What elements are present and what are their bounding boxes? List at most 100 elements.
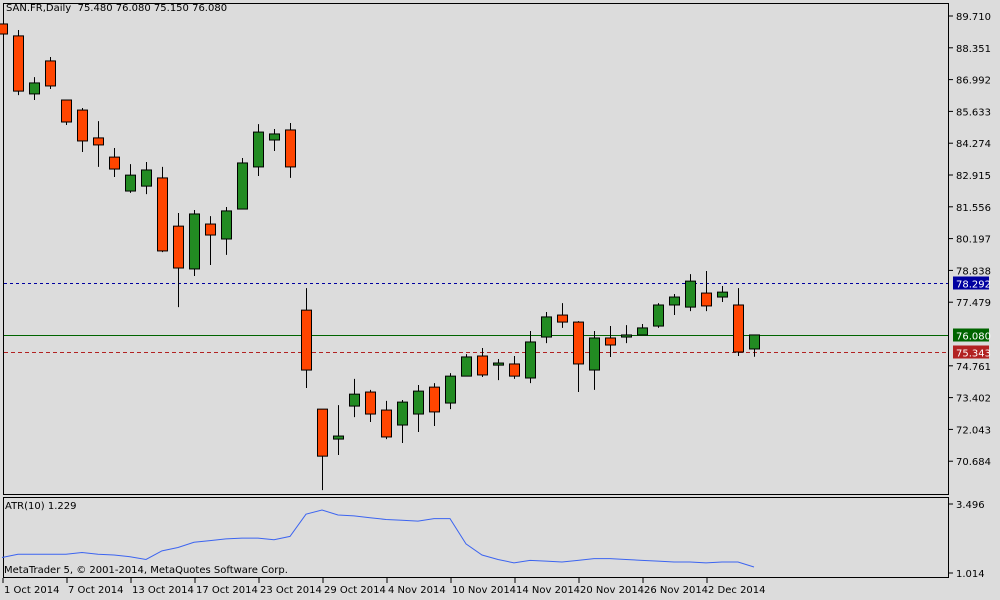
candle-body — [445, 375, 456, 404]
candle — [669, 293, 680, 316]
date-label: 13 Oct 2014 — [132, 585, 194, 596]
date-label: 14 Nov 2014 — [516, 585, 580, 596]
price-tick-label: 70.684 — [956, 457, 991, 468]
candle-body — [349, 393, 360, 407]
candle-body — [717, 291, 728, 298]
candle-body — [573, 321, 584, 365]
candle — [717, 286, 728, 302]
candle — [525, 330, 536, 384]
candle — [317, 408, 328, 491]
candle-body — [109, 156, 120, 170]
candle-body — [45, 60, 56, 87]
copyright-text: MetaTrader 5, © 2001-2014, MetaQuotes So… — [4, 565, 288, 576]
candle-body — [541, 316, 552, 338]
candle-body — [285, 129, 296, 168]
candle — [397, 399, 408, 444]
candle — [285, 122, 296, 178]
candle-body — [477, 355, 488, 376]
candle — [429, 383, 440, 426]
candle-body — [125, 174, 136, 192]
candle — [13, 30, 24, 96]
candle — [253, 124, 264, 177]
candle-body — [157, 177, 168, 252]
date-label: 20 Nov 2014 — [580, 585, 644, 596]
chart-canvas[interactable]: 89.710 88.351 86.992 85.633 84.274 82.915 81.5… — [0, 0, 1000, 600]
price-tick-label: 77.479 — [956, 298, 991, 309]
candle — [413, 385, 424, 433]
candle-body — [93, 137, 104, 146]
blue-level-badge-label: 78.292 — [956, 280, 991, 291]
candle-body — [685, 280, 696, 308]
candle-body — [557, 314, 568, 323]
date-label: 23 Oct 2014 — [260, 585, 322, 596]
price-tick-label: 80.197 — [956, 235, 991, 246]
candle — [301, 288, 312, 389]
candle — [653, 303, 664, 328]
candle — [637, 323, 648, 336]
candle — [349, 378, 360, 418]
candle-body — [221, 210, 232, 240]
candle-body — [61, 99, 72, 123]
candle-body — [317, 408, 328, 457]
candle-body — [429, 386, 440, 413]
red-level-badge-label: 75.343 — [956, 349, 991, 360]
candle-body — [173, 225, 184, 269]
candle-body — [733, 304, 744, 353]
candle-body — [653, 304, 664, 327]
bid-level-badge-label: 76.080 — [956, 332, 991, 343]
price-tick-label: 82.915 — [956, 171, 991, 182]
candle — [221, 206, 232, 255]
candle-body — [253, 131, 264, 168]
candle — [621, 325, 632, 344]
candle — [125, 164, 136, 193]
candle — [29, 77, 40, 101]
price-tick-label: 74.761 — [956, 362, 991, 373]
candle-body — [621, 334, 632, 338]
price-tick-label: 78.838 — [956, 266, 991, 277]
atr-label: ATR(10) 1.229 — [5, 501, 77, 512]
date-label: 4 Nov 2014 — [388, 585, 446, 596]
price-tick-label: 72.043 — [956, 425, 991, 436]
candle-body — [365, 391, 376, 415]
candle — [93, 121, 104, 167]
candle — [61, 99, 72, 126]
candle-body — [0, 23, 8, 35]
candle-body — [269, 133, 280, 141]
candle — [0, 23, 8, 35]
candle — [237, 158, 248, 210]
candle-body — [461, 356, 472, 377]
date-label: 10 Nov 2014 — [452, 585, 516, 596]
candle-body — [237, 162, 248, 210]
candle-body — [13, 35, 24, 92]
date-label: 29 Oct 2014 — [324, 585, 386, 596]
price-tick-label: 81.556 — [956, 203, 991, 214]
date-label: 7 Oct 2014 — [68, 585, 123, 596]
price-tick-label: 85.633 — [956, 107, 991, 118]
date-label: 2 Dec 2014 — [708, 585, 766, 596]
candle — [733, 288, 744, 357]
price-tick-label: 84.274 — [956, 139, 991, 150]
candle — [141, 162, 152, 195]
candle — [269, 129, 280, 152]
symbol-label: SAN.FR,Daily — [6, 3, 72, 14]
candle-body — [589, 337, 600, 371]
candle-body — [381, 409, 392, 438]
candle — [205, 216, 216, 265]
chart-title: SAN.FR,Daily 75.480 76.080 75.150 76.080 — [6, 3, 227, 14]
price-tick-label: 86.992 — [956, 76, 991, 87]
atr-tick-label: 1.014 — [956, 569, 985, 580]
ohlc-readout: 75.480 76.080 75.150 76.080 — [77, 3, 228, 14]
candle — [445, 373, 456, 410]
candle — [749, 334, 760, 357]
candle-body — [749, 334, 760, 350]
candle — [45, 56, 56, 90]
candle-body — [413, 390, 424, 415]
candle-body — [701, 292, 712, 307]
candle-body — [333, 435, 344, 440]
price-tick-label: 89.710 — [956, 12, 991, 23]
candle-body — [525, 341, 536, 379]
candle — [573, 321, 584, 393]
candle — [189, 209, 200, 276]
candle — [557, 303, 568, 328]
candle-body — [301, 309, 312, 371]
